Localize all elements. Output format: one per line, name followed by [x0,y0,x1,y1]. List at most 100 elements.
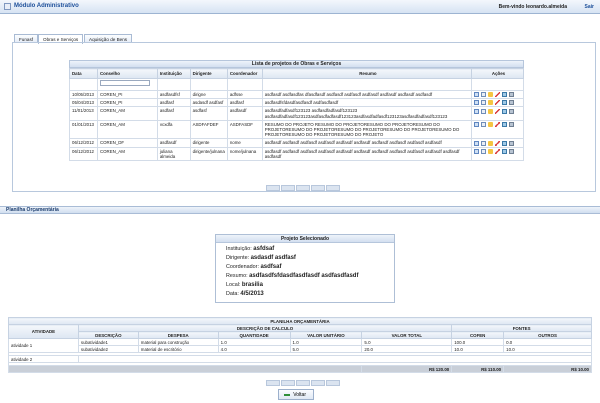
logout-link[interactable]: Sair [585,4,594,10]
field-local: Local: brasilia [226,282,263,288]
col-coordenador[interactable]: Coordenador [226,68,263,79]
cell-data: 06/12/2012 [69,146,98,162]
cell-coordenador: asdfasf [226,98,263,108]
budget-row: subatividade2 material de escritório 4.0… [9,345,592,353]
chart-icon[interactable] [495,149,501,155]
conselho-filter-input[interactable] [99,80,150,86]
cell-dirigente: asdasdf asdfasf [189,98,228,108]
budget-pager [266,380,340,386]
list-icon[interactable] [481,108,487,114]
total-value: R$ 120.00 [361,365,453,373]
warning-icon[interactable] [488,149,494,155]
delete-icon[interactable] [509,149,515,155]
pager-page[interactable] [296,380,310,386]
app-title: Módulo Administrativo [14,3,79,9]
row-actions [471,89,524,100]
table-row[interactable]: 06/12/2012 COREN_AM juliana almeida dirigen… [69,146,524,162]
list-icon[interactable] [481,149,487,155]
view-icon[interactable] [474,92,480,98]
pager-page[interactable] [296,185,310,191]
row-actions [471,106,524,121]
col-data[interactable]: Data [69,68,98,79]
col-conselho[interactable]: Conselho [96,68,158,79]
chart-icon[interactable] [495,108,501,114]
edit-icon[interactable] [502,140,508,146]
warning-icon[interactable] [488,108,494,114]
cell-resumo: asdfasdf asdfasdfas dfasdfasdf asdfasdf … [261,89,473,100]
pager-first[interactable] [266,185,280,191]
col-resumo[interactable]: Resumo [261,68,473,79]
delete-icon[interactable] [509,100,515,106]
pager-prev[interactable] [281,380,295,386]
budget-table: PLANILHA ORÇAMENTÁRIA ATIVIDADE DESCRIÇÃ… [7,317,593,373]
chart-icon[interactable] [495,140,501,146]
cell-coordenador: nome/julnana [226,146,263,162]
cell-resumo: asdfasdfadfasdf123123 asdfasdfadfasdf123… [261,106,473,121]
table-row[interactable]: 05/04/2013 COREN_PI asdfasf asdasdf asdfasf… [69,98,524,108]
row-actions [471,98,524,108]
pager-last[interactable] [326,380,340,386]
delete-icon[interactable] [509,122,515,128]
cell-instituicao: vcxdfa [156,119,191,140]
warning-icon[interactable] [488,140,494,146]
chart-icon[interactable] [495,100,501,106]
list-icon[interactable] [481,92,487,98]
col-acoes: Ações [471,68,524,79]
top-bar: Módulo Administrativo Bem-vindo leonardo… [0,0,600,14]
edit-icon[interactable] [502,108,508,114]
table-row[interactable]: 10/05/2013 COREN_PI asdfasdfsf dirigne adfss… [69,89,524,100]
activity-cell: atividade 1 [8,338,79,353]
view-icon[interactable] [474,122,480,128]
cell-conselho: COREN_AM [96,146,158,162]
field-data: Data: 4/5/2013 [226,291,264,297]
cell-coordenador: ASDFASDF [226,119,263,140]
view-icon[interactable] [474,108,480,114]
filter-row [69,78,524,91]
voltar-button[interactable]: Voltar [278,389,314,400]
chart-icon[interactable] [495,92,501,98]
cell-dirigente: dirigente/julnana [189,146,228,162]
cell-conselho: COREN_PI [96,89,158,100]
pager-next[interactable] [311,380,325,386]
cell-instituicao: asdfasdf [156,138,191,148]
edit-icon[interactable] [502,149,508,155]
projects-pager [266,185,340,191]
edit-icon[interactable] [502,92,508,98]
col-instituicao[interactable]: Instituição [156,68,191,79]
pager-prev[interactable] [281,185,295,191]
field-resumo: Resumo: asdfasdfsfdasdfasdfasdf asdfasdf… [226,273,359,279]
edit-icon[interactable] [502,122,508,128]
col-dirigente[interactable]: Dirigente [189,68,228,79]
table-row[interactable]: 11/01/2013 COREN_AM asdfasf asdfasf asdfasdf… [69,106,524,121]
edit-icon[interactable] [502,100,508,106]
cell-coordenador: nome [226,138,263,148]
cell-coordenador: adfsse [226,89,263,100]
row-actions [471,119,524,140]
warning-icon[interactable] [488,122,494,128]
pager-next[interactable] [311,185,325,191]
view-icon[interactable] [474,100,480,106]
cell-dirigente: dirigente [189,138,228,148]
delete-icon[interactable] [509,92,515,98]
pager-first[interactable] [266,380,280,386]
view-icon[interactable] [474,149,480,155]
view-icon[interactable] [474,140,480,146]
pager-last[interactable] [326,185,340,191]
budget-title: PLANILHA ORÇAMENTÁRIA [8,317,592,325]
cell-resumo: RESUMO DO PROJETO RESUMO DO PROJETORESUM… [261,119,473,140]
projects-header-row: Data Conselho Instituição Dirigente Coor… [69,68,524,79]
delete-icon[interactable] [509,108,515,114]
list-icon[interactable] [481,122,487,128]
list-icon[interactable] [481,140,487,146]
table-row[interactable]: 06/12/2012 COREN_DF asdfasdf dirigente nome a… [69,138,524,148]
chart-icon[interactable] [495,122,501,128]
cell-dirigente: asdfasf [189,106,228,121]
cell-data: 10/05/2013 [69,89,98,100]
delete-icon[interactable] [509,140,515,146]
cell-instituicao: asdfasf [156,106,191,121]
warning-icon[interactable] [488,100,494,106]
list-icon[interactable] [481,100,487,106]
cell-conselho: COREN_DF [96,138,158,148]
warning-icon[interactable] [488,92,494,98]
table-row[interactable]: 01/01/2013 COREN_AM vcxdfa ASDFAFDEF ASDFASD… [69,119,524,140]
